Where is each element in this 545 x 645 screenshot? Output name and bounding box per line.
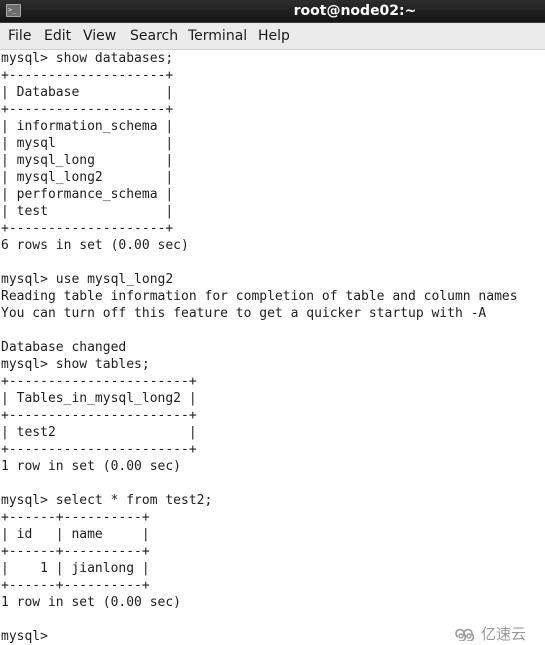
terminal-line: +-----------------------+ [1,442,197,457]
cloud-logo-icon [455,628,475,641]
menu-search[interactable]: Search [130,23,178,49]
watermark-text: 亿速云 [481,624,527,643]
terminal-line: Reading table information for completion… [1,289,518,304]
terminal-line: 1 row in set (0.00 sec) [1,459,182,474]
terminal-line: +-----------------------+ [1,374,197,389]
terminal-line: +------+----------+ [1,510,150,525]
terminal-line: mysql> show tables; [1,357,150,372]
terminal-line: mysql> show databases; [1,51,174,66]
terminal-line: | mysql_long2 | [1,170,174,185]
terminal-line: +-----------------------+ [1,408,197,423]
terminal-line: mysql> [1,629,56,644]
menu-terminal[interactable]: Terminal [188,23,247,49]
terminal-text: mysql> show databases; +-----------------… [1,50,518,645]
terminal-output-area[interactable]: mysql> show databases; +-----------------… [0,50,545,645]
terminal-line: 1 row in set (0.00 sec) [1,595,182,610]
terminal-line: +------+----------+ [1,578,150,593]
menu-file[interactable]: File [8,23,31,49]
terminal-line: | mysql | [1,136,174,151]
menu-view[interactable]: View [83,23,116,49]
terminal-line: | mysql_long | [1,153,174,168]
watermark: 亿速云 [454,622,526,644]
terminal-line: +------+----------+ [1,544,150,559]
title-bar[interactable]: >_ root@node02:~ [0,0,545,23]
terminal-line: Database changed [1,340,127,355]
terminal-line: 6 rows in set (0.00 sec) [1,238,189,253]
terminal-line: | test | [1,204,174,219]
window-title: root@node02:~ [293,3,417,19]
terminal-line: | test2 | [1,425,197,440]
terminal-line: +--------------------+ [1,221,174,236]
terminal-line: mysql> select * from test2; [1,493,213,508]
terminal-line: | Database | [1,85,174,100]
menu-bar: File Edit View Search Terminal Help [0,23,545,50]
menu-edit[interactable]: Edit [44,23,71,49]
terminal-line: | performance_schema | [1,187,174,202]
terminal-line: mysql> use mysql_long2 [1,272,174,287]
terminal-line: | 1 | jianlong | [1,561,150,576]
terminal-line: | Tables_in_mysql_long2 | [1,391,197,406]
terminal-line: | id | name | [1,527,150,542]
terminal-line: You can turn off this feature to get a q… [1,306,487,321]
terminal-line: +--------------------+ [1,102,174,117]
terminal-line: | information_schema | [1,119,174,134]
terminal-line: +--------------------+ [1,68,174,83]
menu-help[interactable]: Help [258,23,290,49]
